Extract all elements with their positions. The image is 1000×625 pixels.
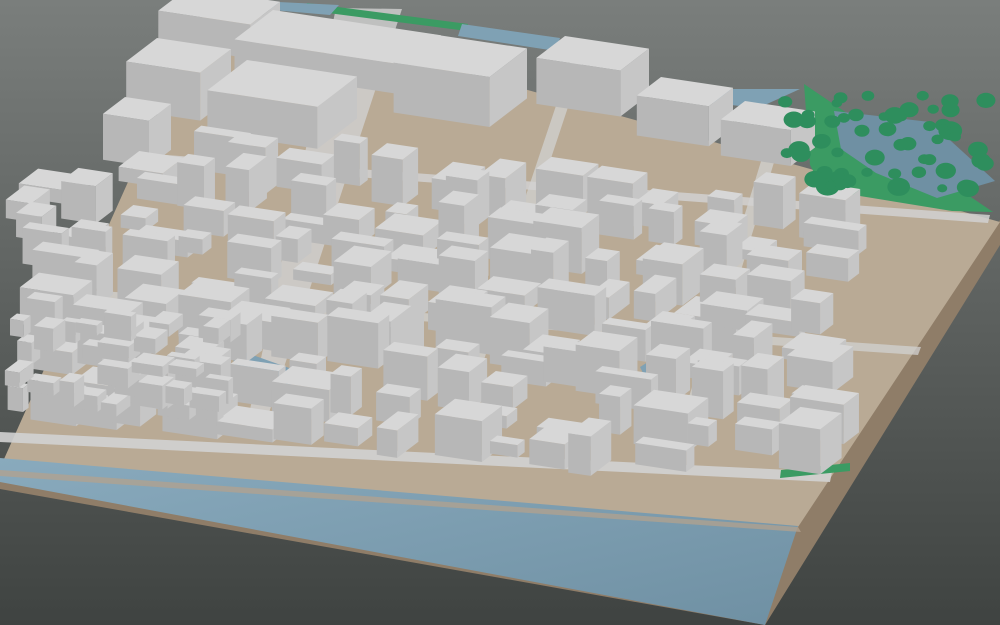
tree-icon: [949, 132, 961, 142]
tree-icon: [783, 111, 804, 128]
building-side: [138, 382, 163, 410]
building-side: [477, 171, 490, 226]
tree-icon: [878, 122, 897, 137]
building-side: [203, 326, 219, 345]
building-side: [568, 433, 591, 476]
tree-icon: [922, 154, 937, 166]
tree-icon: [825, 181, 836, 190]
tree-icon: [854, 124, 870, 137]
tree-icon: [888, 168, 902, 179]
building-side: [228, 377, 234, 404]
tree-icon: [937, 184, 948, 193]
tree-icon: [812, 134, 831, 149]
building-side: [648, 208, 674, 246]
building-side: [371, 154, 403, 207]
building-side: [61, 180, 96, 224]
building-side: [359, 137, 368, 187]
city-model-scene[interactable]: [0, 0, 1000, 625]
building-side: [529, 439, 565, 470]
tree-icon: [893, 138, 909, 151]
tree-icon: [975, 156, 994, 171]
tree-icon: [824, 115, 841, 128]
building-side: [333, 139, 360, 187]
building-side: [273, 402, 312, 445]
building-side: [427, 348, 438, 401]
building-side: [735, 423, 772, 456]
tree-icon: [916, 90, 929, 101]
building-side: [265, 137, 279, 195]
building-side: [131, 312, 137, 342]
tree-icon: [939, 163, 956, 177]
tree-icon: [848, 108, 864, 122]
tree-icon: [957, 180, 980, 198]
building-side: [133, 335, 156, 355]
tree-icon: [864, 149, 885, 166]
building-side: [165, 385, 185, 406]
tree-icon: [878, 112, 890, 121]
building-side: [104, 312, 132, 342]
tree-icon: [778, 96, 793, 108]
tree-icon: [861, 90, 875, 101]
building-side: [599, 200, 634, 240]
building-side: [327, 315, 379, 369]
building-side: [687, 423, 709, 447]
building-side: [9, 318, 24, 338]
tree-icon: [831, 147, 844, 158]
building-side: [100, 402, 117, 417]
tree-icon: [941, 102, 960, 118]
tree-icon: [887, 177, 911, 196]
building-side: [753, 181, 784, 230]
building-side: [7, 385, 23, 413]
tree-icon: [804, 170, 826, 188]
building-side: [434, 414, 482, 463]
tree-icon: [976, 92, 996, 108]
building-side: [633, 199, 643, 240]
building-side: [791, 298, 821, 335]
tree-icon: [911, 166, 927, 178]
tree-icon: [927, 104, 939, 114]
building-side: [778, 423, 821, 475]
building-side: [330, 373, 351, 416]
building-side: [723, 363, 734, 420]
building-side: [34, 325, 54, 352]
building-side: [633, 290, 656, 322]
tree-icon: [931, 134, 944, 145]
building-side: [4, 370, 20, 388]
tree-icon: [938, 124, 949, 133]
tree-icon: [788, 141, 810, 159]
tree-icon: [923, 120, 936, 132]
building-side: [376, 427, 398, 458]
building-side: [673, 205, 683, 246]
building-side: [59, 380, 75, 407]
tree-icon: [833, 92, 848, 104]
city-model-viewport[interactable]: [0, 0, 1000, 625]
tree-icon: [861, 167, 873, 177]
